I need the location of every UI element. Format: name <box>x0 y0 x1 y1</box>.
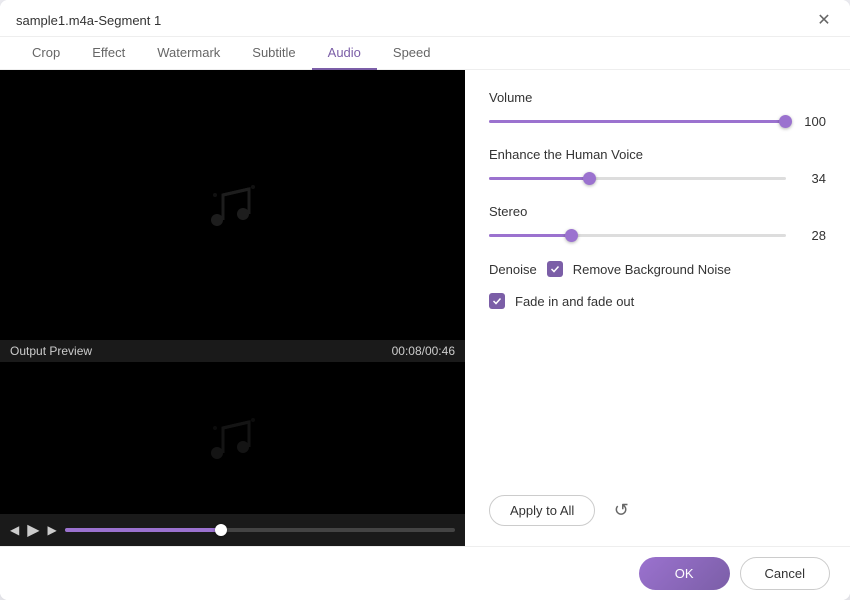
stereo-thumb <box>565 229 578 242</box>
progress-track[interactable] <box>65 528 455 532</box>
video-preview-bottom <box>0 362 465 514</box>
stereo-value: 28 <box>796 228 826 243</box>
action-row: Apply to All ↺ <box>489 495 826 526</box>
stereo-control: Stereo 28 <box>489 204 826 245</box>
denoise-checkbox-label: Remove Background Noise <box>573 262 731 277</box>
enhance-label: Enhance the Human Voice <box>489 147 826 162</box>
apply-all-button[interactable]: Apply to All <box>489 495 595 526</box>
output-time: 00:08/00:46 <box>392 344 455 358</box>
next-button[interactable]: ▶ <box>48 523 57 537</box>
enhance-slider-row: 34 <box>489 168 826 188</box>
enhance-control: Enhance the Human Voice 34 <box>489 147 826 188</box>
volume-slider-row: 100 <box>489 111 826 131</box>
stereo-slider-container <box>489 225 786 245</box>
check-icon <box>550 264 560 274</box>
output-bar: Output Preview 00:08/00:46 <box>0 340 465 362</box>
volume-value: 100 <box>796 114 826 129</box>
enhance-value: 34 <box>796 171 826 186</box>
volume-track <box>489 120 786 123</box>
reset-button[interactable]: ↺ <box>607 497 635 525</box>
stereo-slider-row: 28 <box>489 225 826 245</box>
main-content: Output Preview 00:08/00:46 <box>0 70 850 546</box>
dialog-title: sample1.m4a-Segment 1 <box>16 13 161 28</box>
enhance-slider-container <box>489 168 786 188</box>
title-bar: sample1.m4a-Segment 1 ✕ <box>0 0 850 37</box>
music-note-icon-top <box>193 165 273 245</box>
denoise-row: Denoise Remove Background Noise <box>489 261 826 277</box>
tab-crop[interactable]: Crop <box>16 37 76 70</box>
ok-button[interactable]: OK <box>639 557 730 590</box>
enhance-track <box>489 177 786 180</box>
prev-button[interactable]: ◀ <box>10 523 19 537</box>
tab-speed[interactable]: Speed <box>377 37 447 70</box>
progress-fill <box>65 528 221 532</box>
fade-checkbox[interactable] <box>489 293 505 309</box>
stereo-fill <box>489 234 572 237</box>
enhance-fill <box>489 177 590 180</box>
tab-effect[interactable]: Effect <box>76 37 141 70</box>
tab-subtitle[interactable]: Subtitle <box>236 37 311 70</box>
volume-label: Volume <box>489 90 826 105</box>
tab-audio[interactable]: Audio <box>312 37 377 70</box>
stereo-track <box>489 234 786 237</box>
volume-thumb <box>779 115 792 128</box>
left-panel: Output Preview 00:08/00:46 <box>0 70 465 546</box>
enhance-thumb <box>583 172 596 185</box>
output-label: Output Preview <box>10 344 92 358</box>
cancel-button[interactable]: Cancel <box>740 557 830 590</box>
denoise-checkbox[interactable] <box>547 261 563 277</box>
fade-label: Fade in and fade out <box>515 294 634 309</box>
fade-check-icon <box>492 296 502 306</box>
right-panel: Volume 100 Enhance the Human Voice <box>465 70 850 546</box>
close-button[interactable]: ✕ <box>814 10 834 30</box>
tab-bar: Crop Effect Watermark Subtitle Audio Spe… <box>0 37 850 70</box>
playback-bar: ◀ ▶ ▶ <box>0 514 465 546</box>
play-button[interactable]: ▶ <box>27 520 39 540</box>
tab-watermark[interactable]: Watermark <box>141 37 236 70</box>
denoise-label: Denoise <box>489 262 537 277</box>
fade-row: Fade in and fade out <box>489 293 826 309</box>
video-preview-top <box>0 70 465 340</box>
dialog: sample1.m4a-Segment 1 ✕ Crop Effect Wate… <box>0 0 850 600</box>
music-note-icon-bottom <box>193 398 273 478</box>
progress-thumb <box>215 524 227 536</box>
volume-control: Volume 100 <box>489 90 826 131</box>
volume-slider-container <box>489 111 786 131</box>
dialog-footer: OK Cancel <box>0 546 850 600</box>
volume-fill <box>489 120 786 123</box>
stereo-label: Stereo <box>489 204 826 219</box>
